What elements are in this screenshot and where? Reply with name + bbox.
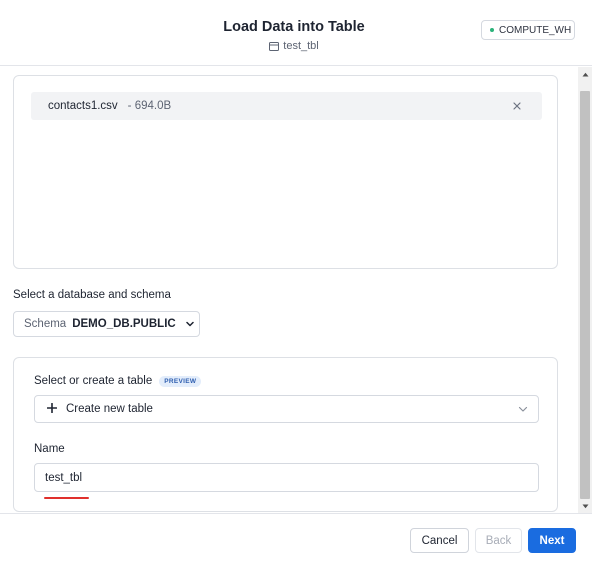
- scrollbar-thumb[interactable]: [580, 91, 590, 499]
- schema-value: DEMO_DB.PUBLIC: [72, 318, 176, 330]
- file-size: - 694.0B: [127, 100, 172, 112]
- schema-prefix: Schema: [24, 318, 67, 330]
- table-dropdown-value: Create new table: [66, 403, 153, 415]
- preview-badge: PREVIEW: [159, 375, 202, 387]
- table-dropdown[interactable]: Create new table: [34, 395, 539, 423]
- status-dot-icon: [490, 28, 494, 32]
- table-name-input[interactable]: [34, 463, 539, 492]
- next-button[interactable]: Next: [528, 528, 576, 553]
- chevron-down-icon: [518, 404, 528, 416]
- red-underline-annotation: [44, 497, 89, 499]
- subtitle-table-name: test_tbl: [283, 40, 319, 52]
- table-section-panel: Select or create a table PREVIEW Create …: [13, 357, 558, 512]
- remove-file-icon[interactable]: [510, 99, 524, 113]
- dialog-body: contacts1.csv - 694.0B Select a database…: [0, 67, 578, 513]
- file-item: contacts1.csv - 694.0B: [31, 92, 542, 120]
- cancel-button[interactable]: Cancel: [410, 528, 469, 553]
- name-field-label: Name: [34, 443, 65, 455]
- vertical-scrollbar[interactable]: [578, 67, 592, 513]
- back-button[interactable]: Back: [475, 528, 522, 553]
- dialog-header: Load Data into Table test_tbl COMPUTE_WH: [0, 0, 592, 66]
- dialog-subtitle: test_tbl: [0, 40, 588, 52]
- warehouse-name: COMPUTE_WH: [499, 24, 572, 36]
- schema-dropdown[interactable]: Schema DEMO_DB.PUBLIC: [13, 311, 200, 337]
- scroll-up-arrow-icon[interactable]: [578, 67, 592, 81]
- dialog-footer: Cancel Back Next: [0, 513, 592, 563]
- warehouse-selector[interactable]: COMPUTE_WH: [481, 20, 575, 40]
- plus-icon: [46, 402, 58, 416]
- table-section-label: Select or create a table: [34, 375, 153, 387]
- file-name: contacts1.csv: [48, 100, 118, 112]
- scroll-down-arrow-icon[interactable]: [578, 499, 592, 513]
- table-icon: [269, 41, 280, 51]
- file-list-panel: contacts1.csv - 694.0B: [13, 75, 558, 269]
- table-section-header: Select or create a table PREVIEW: [34, 375, 202, 387]
- schema-section-label: Select a database and schema: [13, 289, 171, 301]
- chevron-down-icon: [185, 321, 194, 327]
